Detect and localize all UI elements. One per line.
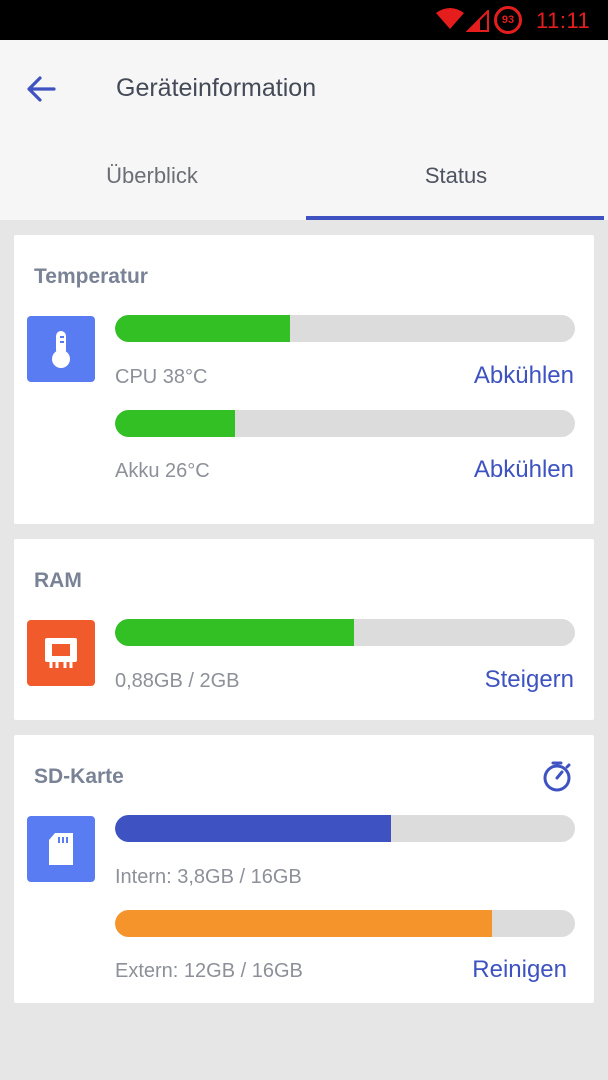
cpu-temperature-bar [115, 315, 575, 342]
clean-storage-button[interactable]: Reinigen [472, 956, 567, 984]
memory-chip-icon [27, 620, 95, 686]
battery-temperature-bar [115, 410, 575, 437]
tab-overview[interactable]: Überblick [0, 140, 304, 218]
cool-down-cpu-button[interactable]: Abkühlen [474, 362, 574, 390]
cool-down-battery-button[interactable]: Abkühlen [474, 456, 574, 484]
clock: 11:11 [536, 8, 591, 33]
tab-label: Status [424, 163, 488, 188]
ram-usage-bar [115, 619, 575, 646]
temperature-card: Temperatur CPU 38°C Abkühlen Akku 26°C A… [14, 235, 594, 524]
app-bar: Geräteinformation Überblick Status [0, 40, 608, 220]
tab-label: Überblick [106, 163, 198, 188]
thermometer-icon [27, 316, 95, 382]
card-title: RAM [34, 569, 82, 592]
back-arrow-icon[interactable] [24, 72, 58, 106]
cpu-temperature-label: CPU 38°C [115, 366, 208, 388]
external-storage-label: Extern: 12GB / 16GB [115, 960, 303, 982]
external-storage-bar [115, 910, 575, 937]
internal-storage-label: Intern: 3,8GB / 16GB [115, 866, 302, 888]
battery-temperature-label: Akku 26°C [115, 460, 210, 482]
card-title: Temperatur [34, 265, 148, 288]
status-bar: 93 11:11 [0, 0, 608, 40]
sd-card-icon [27, 816, 95, 882]
ram-card: RAM 0,88GB / 2GB Steigern [14, 539, 594, 720]
internal-storage-bar [115, 815, 575, 842]
tab-status[interactable]: Status [304, 140, 608, 218]
battery-indicator: 93 [494, 6, 522, 34]
tab-indicator [306, 216, 604, 220]
wifi-icon [436, 8, 464, 29]
card-title: SD-Karte [34, 765, 124, 788]
ram-usage-label: 0,88GB / 2GB [115, 670, 240, 692]
signal-icon [466, 10, 489, 32]
stopwatch-icon[interactable] [540, 759, 574, 793]
boost-ram-button[interactable]: Steigern [485, 666, 574, 694]
sd-card-card: SD-Karte Intern: 3,8GB / 16GB Extern: 12… [14, 735, 594, 1003]
page-title: Geräteinformation [116, 74, 317, 102]
